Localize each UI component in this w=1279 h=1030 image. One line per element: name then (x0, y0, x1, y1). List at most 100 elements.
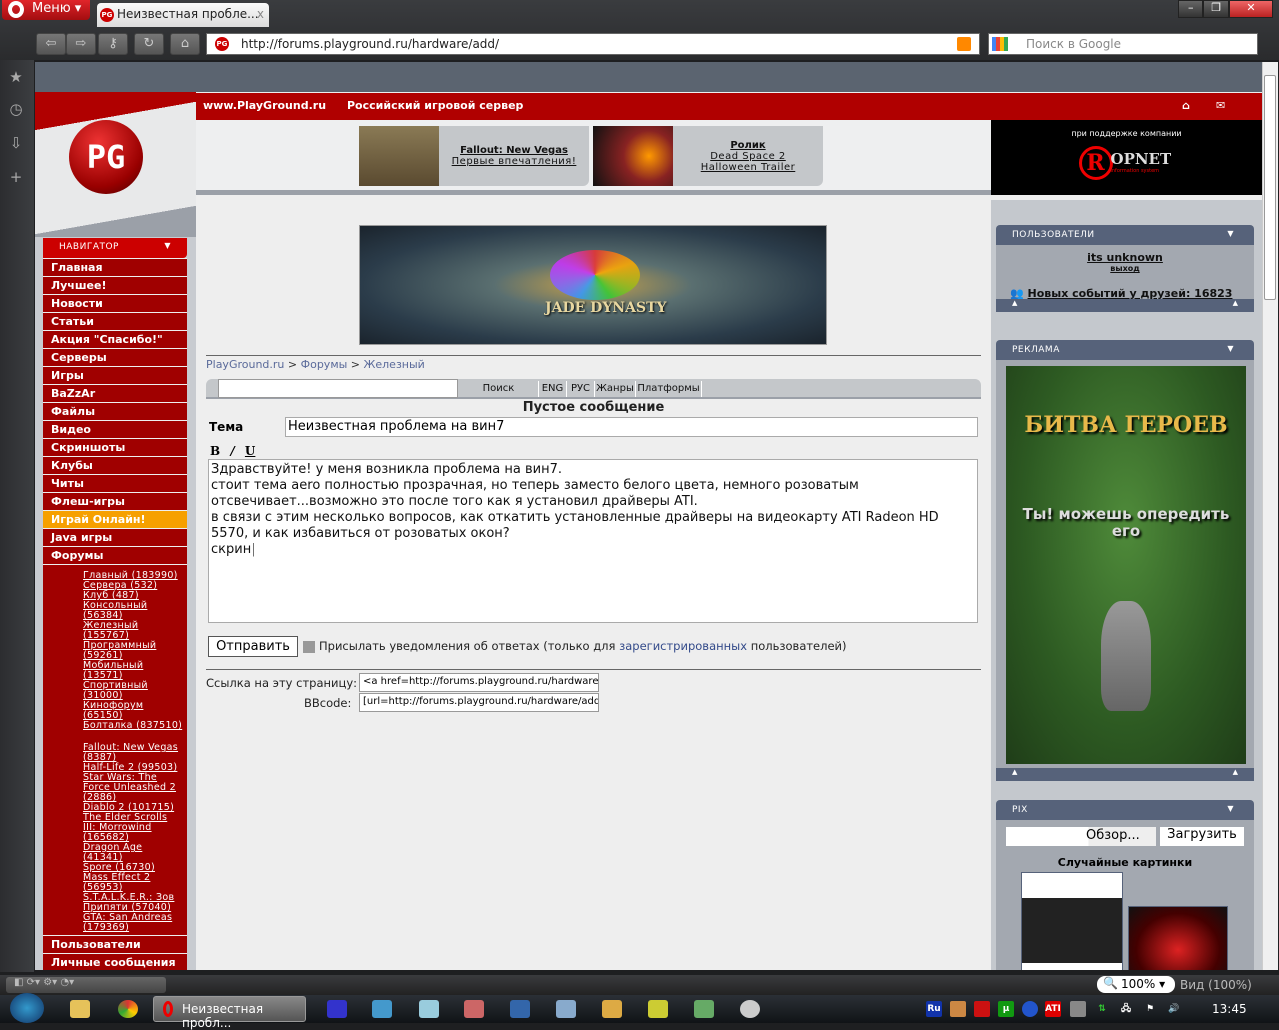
message-textarea[interactable]: Здравствуйте! у меня возникла проблема н… (208, 459, 978, 623)
promo-title[interactable]: Ролик (730, 140, 765, 151)
nav-item[interactable]: Форумы (43, 546, 187, 564)
history-icon[interactable]: ◷ (6, 100, 26, 120)
downloads-icon[interactable]: ⇩ (6, 134, 26, 154)
back-button[interactable]: ⇦ (36, 33, 66, 55)
bold-button[interactable]: B (210, 444, 220, 458)
taskbar-opera-window[interactable]: Неизвестная пробл... (153, 996, 306, 1030)
upload-button[interactable]: Загрузить (1160, 827, 1244, 846)
calculator-icon[interactable] (556, 1000, 576, 1018)
game-forum-link[interactable]: Star Wars: The Force Unleashed 2 (2886) (83, 773, 183, 803)
promo-title[interactable]: Fallout: New Vegas (460, 145, 568, 156)
kaspersky-icon[interactable] (974, 1001, 990, 1017)
rus-button[interactable]: РУС (567, 381, 595, 397)
game-forum-link[interactable]: Mass Effect 2 (56953) (83, 873, 183, 893)
nav-item[interactable]: Скриншоты (43, 438, 187, 456)
nav-item[interactable]: Статьи (43, 312, 187, 330)
shield-icon[interactable] (648, 1000, 668, 1018)
maximize-button[interactable]: ❐ (1203, 0, 1229, 18)
site-link[interactable]: www.PlayGround.ru (203, 99, 326, 112)
notify-checkbox[interactable] (303, 641, 315, 653)
search-button[interactable]: Поиск (459, 381, 539, 397)
promo-link[interactable]: Первые впечатления! (452, 156, 577, 167)
start-button[interactable] (10, 993, 44, 1023)
explorer-icon[interactable] (70, 1000, 90, 1018)
search-input[interactable]: Поиск в Google (988, 33, 1258, 55)
breadcrumb-home[interactable]: PlayGround.ru (206, 358, 284, 371)
scrollbar-thumb[interactable] (1264, 75, 1276, 300)
random-picture-accordion[interactable] (1021, 872, 1123, 970)
tray-icon[interactable] (950, 1001, 966, 1017)
save-icon[interactable] (327, 1000, 347, 1018)
site-search-input[interactable] (218, 379, 458, 398)
forum-link[interactable]: Болталка (837510) (83, 721, 183, 731)
underline-button[interactable]: U (245, 444, 255, 458)
app-icon[interactable] (602, 1000, 622, 1018)
ad-banner[interactable]: БИТВА ГЕРОЕВ Ты! можешь опередить его (1006, 366, 1246, 764)
breadcrumb-forums[interactable]: Форумы (301, 358, 348, 371)
network-icon[interactable]: 🖧 (1118, 1001, 1134, 1017)
network-activity-icon[interactable]: ⇅ (1094, 1001, 1110, 1017)
view-button[interactable]: Вид (100%) (1180, 978, 1252, 992)
opera-menu-button[interactable]: Меню ▾ (2, 0, 90, 20)
users-header[interactable]: ПОЛЬЗОВАТЕЛИ ▼ (996, 225, 1254, 245)
tray-icon[interactable] (1022, 1001, 1038, 1017)
forum-link[interactable]: Мобильный (13571) (83, 661, 183, 681)
send-button[interactable]: Отправить (208, 636, 298, 657)
nav-item[interactable]: Видео (43, 420, 187, 438)
key-icon[interactable]: ⚷ (98, 33, 128, 55)
clock-app-icon[interactable] (464, 1000, 484, 1018)
platforms-button[interactable]: Платформы (636, 381, 702, 397)
nav-item[interactable]: Играй Онлайн! (43, 510, 187, 528)
address-bar[interactable]: PG http://forums.playground.ru/hardware/a… (206, 33, 980, 55)
promo-link[interactable]: Dead Space 2 (710, 151, 786, 162)
promo-fallout[interactable]: Fallout: New Vegas Первые впечатления! (359, 126, 589, 186)
promo-deadspace[interactable]: Ролик Dead Space 2 Halloween Trailer (593, 126, 823, 186)
chrome-icon[interactable] (118, 1000, 138, 1018)
pix-header[interactable]: PIX ▼ (996, 800, 1254, 820)
nav-item[interactable]: Пользователи (43, 935, 187, 953)
nav-item[interactable]: Акция "Спасибо!" (43, 330, 187, 348)
genres-button[interactable]: Жанры (595, 381, 636, 397)
forum-link[interactable]: Кинофорум (65150) (83, 701, 183, 721)
notepad-icon[interactable] (419, 1000, 439, 1018)
forum-link[interactable]: Консольный (56384) (83, 601, 183, 621)
eng-button[interactable]: ENG (539, 381, 567, 397)
reload-button[interactable]: ↻ (134, 33, 164, 55)
status-toolbar[interactable]: ◧ ⟳▾ ⚙▾ ◔▾ (6, 977, 166, 993)
browser-tab[interactable]: PG Неизвестная пробле... x (97, 3, 269, 27)
game-forum-link[interactable]: GTA: San Andreas (179369) (83, 913, 183, 933)
sponsor-block[interactable]: при поддержке компании R OPNET information… (991, 120, 1262, 195)
italic-button[interactable]: / (230, 444, 234, 458)
game-forum-link[interactable]: S.T.A.L.K.E.R.: Зов Припяти (57040) (83, 893, 183, 913)
add-panel-icon[interactable]: + (6, 168, 26, 188)
nav-item[interactable]: Файлы (43, 402, 187, 420)
pg-logo[interactable]: PG (69, 120, 143, 194)
navigator-header[interactable]: НАВИГАТОР ▼ (43, 238, 187, 258)
volume-icon[interactable]: 🔊 (1166, 1001, 1182, 1017)
remote-desktop-icon[interactable] (372, 1000, 392, 1018)
bookmarks-icon[interactable]: ★ (6, 68, 26, 88)
home-button[interactable]: ⌂ (170, 33, 200, 55)
nav-item[interactable]: Новости (43, 294, 187, 312)
nav-item[interactable]: Клубы (43, 456, 187, 474)
close-button[interactable]: ✕ (1228, 0, 1273, 18)
home-icon[interactable]: ⌂ (1182, 99, 1190, 112)
word-icon[interactable] (510, 1000, 530, 1018)
language-indicator[interactable]: Ru (926, 1001, 942, 1017)
rss-icon[interactable] (957, 37, 971, 51)
nav-item[interactable]: Java игры (43, 528, 187, 546)
bbcode-field[interactable]: [url=http://forums.playground.ru/hardwar… (359, 693, 599, 712)
nav-item[interactable]: Игры (43, 366, 187, 384)
ati-icon[interactable]: ATI (1045, 1001, 1061, 1017)
zoom-control[interactable]: 🔍 100% ▾ (1097, 976, 1175, 993)
mail-icon[interactable]: ✉ (1216, 99, 1225, 112)
game-forum-link[interactable]: Fallout: New Vegas (8387) (83, 743, 183, 763)
nav-item[interactable]: Читы (43, 474, 187, 492)
browse-button[interactable]: Обзор... (1006, 827, 1156, 846)
flag-icon[interactable]: ⚑ (1142, 1001, 1158, 1017)
forum-link[interactable]: Спортивный (31000) (83, 681, 183, 701)
subject-input[interactable]: Неизвестная проблема на вин7 (285, 417, 978, 437)
tab-close-icon[interactable]: x (257, 7, 264, 21)
logout-link[interactable]: выход (996, 264, 1254, 273)
nav-item[interactable]: Лучшее! (43, 276, 187, 294)
